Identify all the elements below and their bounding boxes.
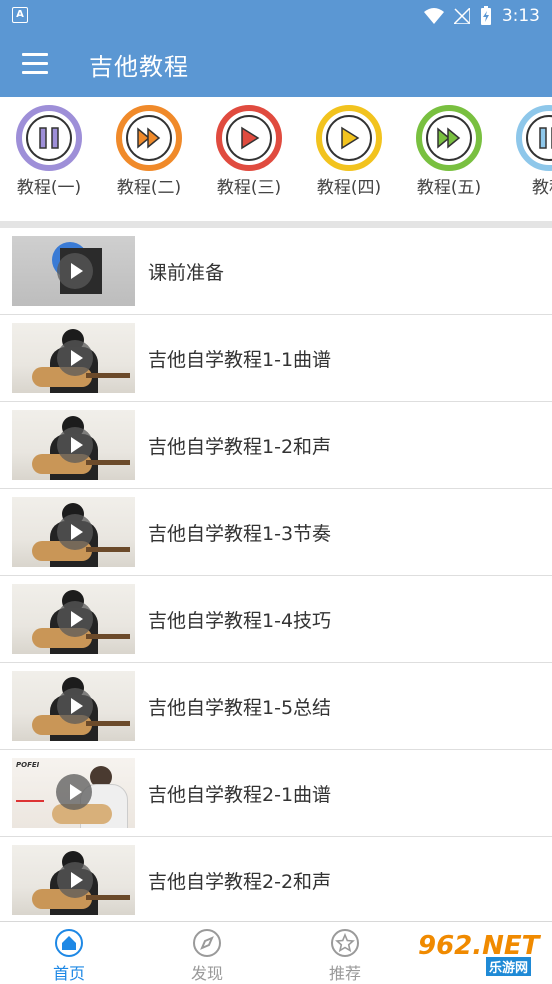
lesson-title: 吉他自学教程2-1曲谱 [148,784,332,806]
video-thumbnail[interactable]: POFEI [12,758,135,828]
play-icon [57,862,93,898]
video-thumbnail[interactable] [12,845,135,915]
battery-charging-icon [480,6,491,25]
lesson-row[interactable]: 吉他自学教程1-4技巧 [0,576,552,663]
nav-tab-2[interactable]: 发现 [167,928,247,984]
category-item-4[interactable]: 教程(四) [304,105,394,198]
play-icon [57,253,93,289]
category-badge[interactable] [516,105,552,171]
category-badge[interactable] [216,105,282,171]
lesson-row[interactable]: 吉他自学教程1-2和声 [0,402,552,489]
play-icon [57,427,93,463]
video-thumbnail[interactable] [12,671,135,741]
category-item-3[interactable]: 教程(三) [204,105,294,198]
nav-tab-1[interactable]: 首页 [29,928,109,984]
video-thumbnail[interactable] [12,323,135,393]
lesson-row[interactable]: 吉他自学教程1-3节奏 [0,489,552,576]
lesson-title: 吉他自学教程1-4技巧 [148,610,332,632]
lesson-list[interactable]: 课前准备 吉他自学教程1-1曲谱 吉他自学教程1-2和声 吉他自学教程1-3节奏… [0,228,552,924]
thumbnail-brand: POFEI [16,761,40,769]
play-icon [57,340,93,376]
category-label: 教程 [532,178,552,198]
nav-tab-3[interactable]: 推荐 [305,928,385,984]
app-notification-icon: A [12,7,28,23]
lesson-row[interactable]: 吉他自学教程1-1曲谱 [0,315,552,402]
lesson-title: 吉他自学教程1-2和声 [148,436,332,458]
watermark-logo: 962.NET 乐游网 [412,929,548,977]
category-label: 教程(一) [16,178,82,198]
video-thumbnail[interactable] [12,410,135,480]
section-divider [0,221,552,228]
category-badge[interactable] [316,105,382,171]
video-thumbnail[interactable] [12,236,135,306]
lesson-title: 吉他自学教程1-3节奏 [148,523,332,545]
menu-icon[interactable] [22,53,48,75]
category-strip[interactable]: 教程(一) 教程(二) 教程(三) 教程(四) 教程(五) 教程 [0,97,552,221]
category-badge[interactable] [116,105,182,171]
clock: 3:13 [501,6,540,26]
compass-icon [167,928,247,958]
nav-tab-label: 发现 [190,964,223,983]
category-badge[interactable] [16,105,82,171]
category-label: 教程(二) [116,178,182,198]
home-icon [29,928,109,958]
wifi-icon [423,8,444,24]
category-badge[interactable] [416,105,482,171]
nav-tab-label: 首页 [52,964,85,983]
lesson-row[interactable]: POFEI 吉他自学教程2-1曲谱 [0,750,552,837]
notification-area: A [12,7,28,23]
lesson-row[interactable]: 吉他自学教程1-5总结 [0,663,552,750]
category-item-2[interactable]: 教程(二) [104,105,194,198]
play-icon [57,688,93,724]
category-label: 教程(五) [416,178,482,198]
video-thumbnail[interactable] [12,497,135,567]
nav-tab-label: 推荐 [328,964,361,983]
app-bar: 吉他教程 [0,33,552,97]
lesson-title: 课前准备 [148,262,225,284]
category-item-6[interactable]: 教程 [504,105,552,198]
star-icon [305,928,385,958]
page-title: 吉他教程 [89,53,189,81]
play-icon [56,774,92,810]
category-label: 教程(四) [316,178,382,198]
category-item-1[interactable]: 教程(一) [4,105,94,198]
lesson-row[interactable]: 课前准备 [0,228,552,315]
lesson-title: 吉他自学教程1-1曲谱 [148,349,332,371]
no-signal-icon [453,8,470,24]
status-bar: A 3:13 [0,0,552,33]
category-label: 教程(三) [216,178,282,198]
category-item-5[interactable]: 教程(五) [404,105,494,198]
lesson-title: 吉他自学教程1-5总结 [148,697,332,719]
lesson-title: 吉他自学教程2-2和声 [148,871,332,893]
play-icon [57,601,93,637]
play-icon [57,514,93,550]
lesson-row[interactable]: 吉他自学教程2-2和声 [0,837,552,924]
watermark-subtext: 乐游网 [486,957,532,976]
video-thumbnail[interactable] [12,584,135,654]
status-icons: 3:13 [423,4,540,28]
